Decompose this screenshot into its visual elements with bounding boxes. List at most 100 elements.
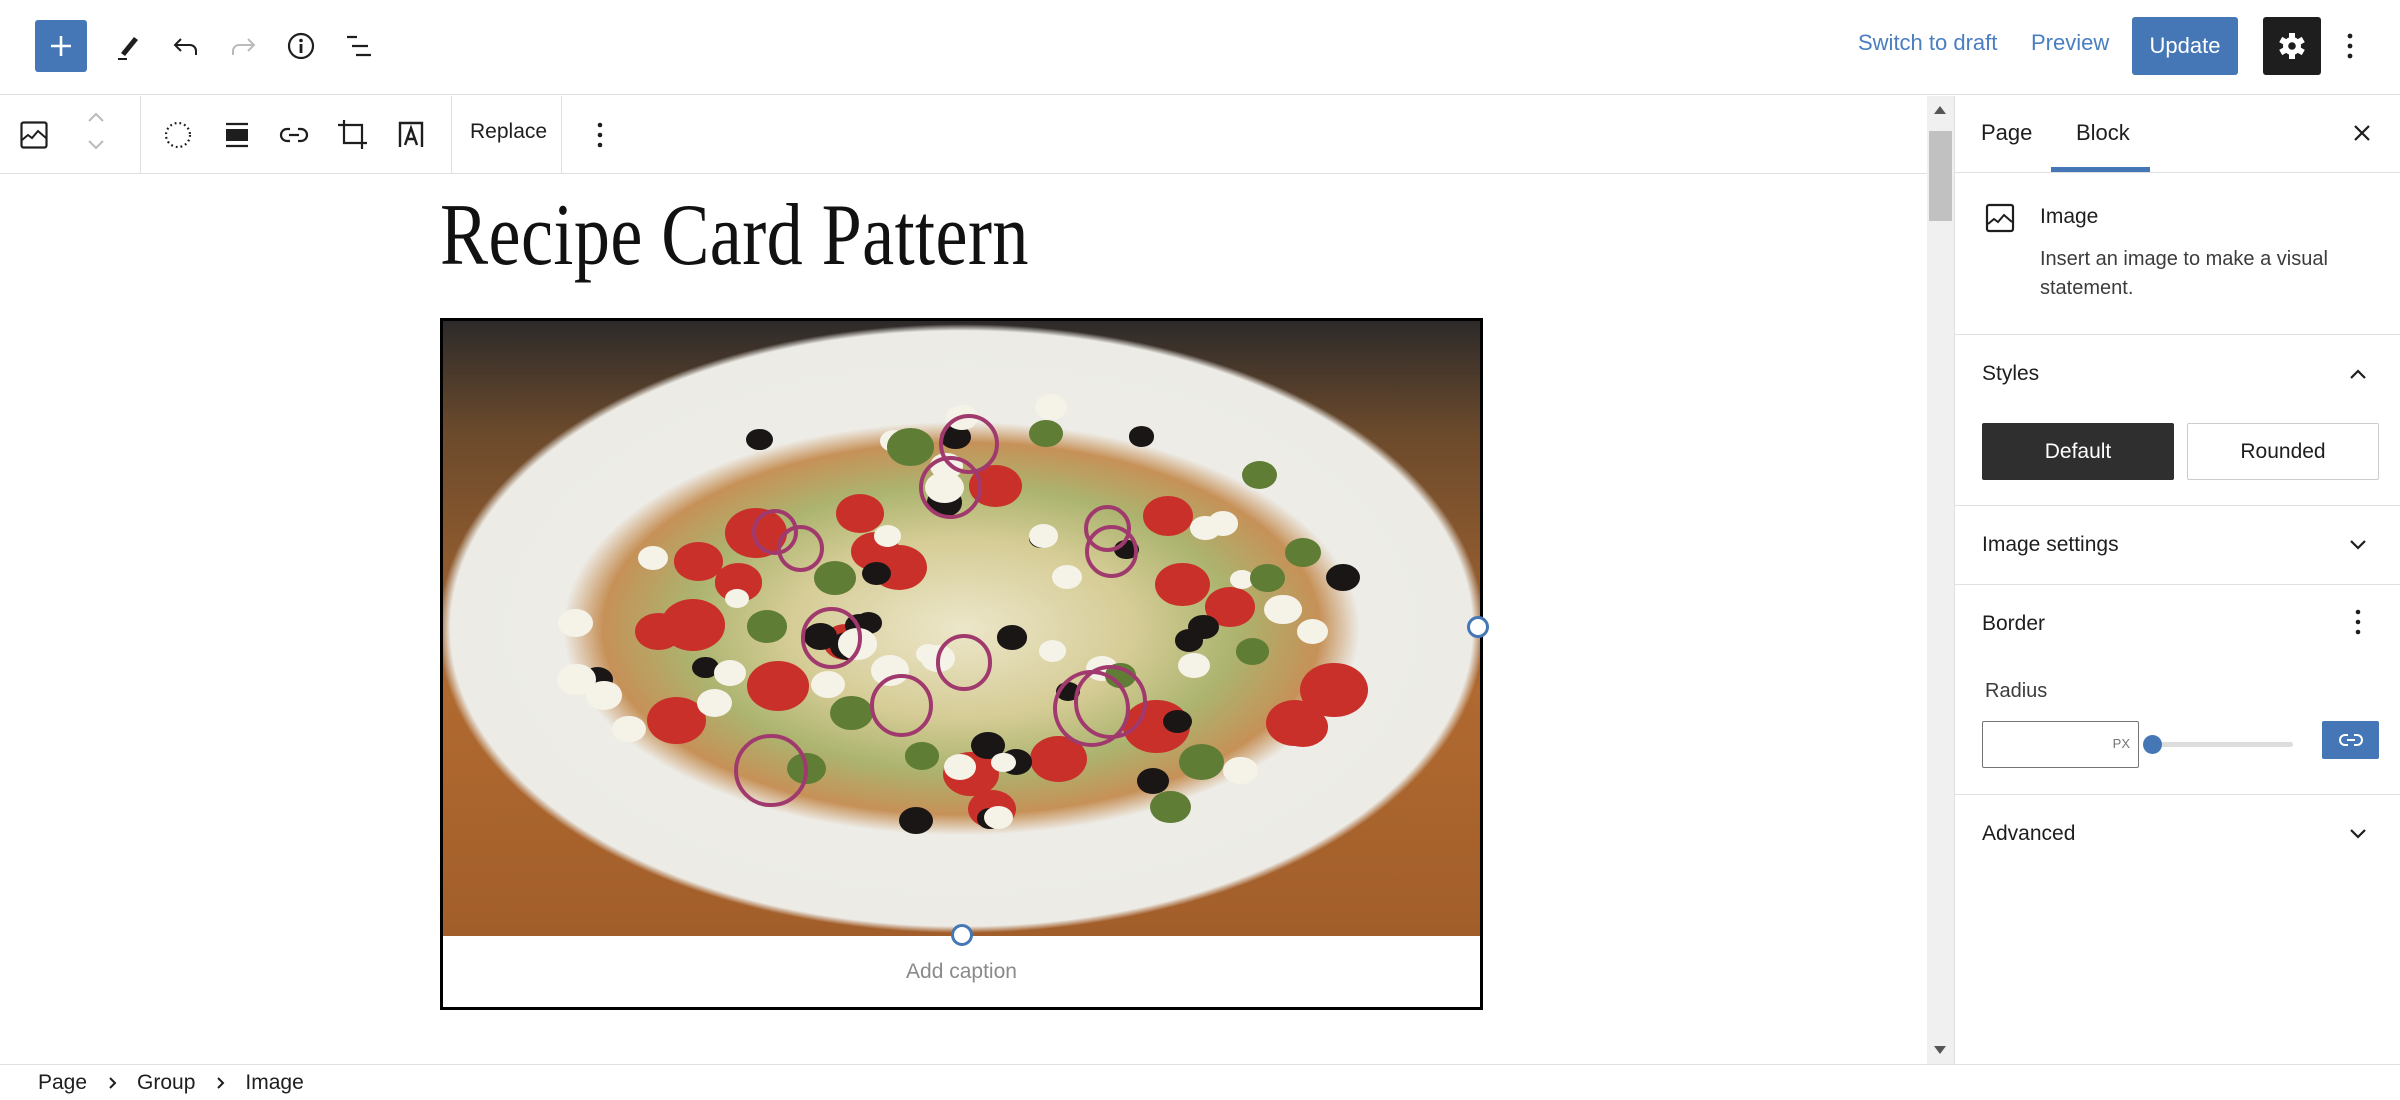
kebab-icon (2354, 608, 2362, 636)
options-button[interactable] (2338, 26, 2362, 66)
scrollbar-thumb[interactable] (1929, 131, 1952, 221)
advanced-panel-title[interactable]: Advanced (1982, 822, 2075, 846)
feta-topping (810, 670, 846, 699)
image-settings-panel: Image settings (1955, 506, 2400, 585)
kebab-icon (2346, 31, 2354, 61)
caption-input[interactable]: Add caption (443, 936, 1480, 1007)
scroll-up-arrow[interactable] (1934, 106, 1946, 114)
tab-page[interactable]: Page (1981, 120, 2032, 146)
styles-panel-title[interactable]: Styles (1982, 362, 2039, 386)
editor-canvas: Recipe Card Pattern Add caption (0, 175, 1927, 1064)
tab-block[interactable]: Block (2076, 120, 2130, 146)
breadcrumb-page[interactable]: Page (38, 1071, 87, 1095)
advanced-expand-button[interactable] (2343, 819, 2373, 849)
onion-topping (1085, 524, 1139, 578)
pizza-photo[interactable] (443, 321, 1480, 936)
radius-label: Radius (1985, 680, 2048, 702)
crop-button[interactable] (335, 118, 369, 152)
block-inserter-button[interactable] (35, 20, 87, 72)
canvas-scrollbar[interactable] (1927, 96, 1954, 1064)
olive-topping (996, 625, 1028, 650)
plus-icon (48, 33, 74, 59)
redo-button[interactable] (225, 28, 261, 64)
kebab-icon (596, 120, 604, 150)
chevron-down-icon (86, 139, 106, 151)
spinach-topping (886, 428, 935, 466)
text-overlay-button[interactable] (394, 118, 428, 152)
settings-button[interactable] (2263, 17, 2321, 75)
tomato-topping (1143, 496, 1194, 536)
undo-button[interactable] (168, 28, 204, 64)
details-button[interactable] (283, 28, 319, 64)
link-button[interactable] (277, 118, 311, 152)
olive-topping (1325, 563, 1361, 591)
update-button[interactable]: Update (2132, 17, 2238, 75)
radius-input[interactable]: PX (1982, 721, 2139, 768)
align-button[interactable] (220, 118, 254, 152)
tools-button[interactable] (110, 28, 146, 64)
scroll-down-arrow[interactable] (1934, 1046, 1946, 1054)
spinach-topping (1250, 564, 1286, 593)
resize-handle-right[interactable] (1467, 616, 1489, 638)
preview-button[interactable]: Preview (2031, 30, 2109, 56)
block-card-description: Insert an image to make a visual stateme… (2040, 248, 2328, 299)
move-down-button[interactable] (79, 134, 113, 156)
spinach-topping (813, 561, 856, 596)
breadcrumb-group[interactable]: Group (137, 1071, 195, 1095)
move-up-button[interactable] (79, 106, 113, 128)
spinach-topping (1029, 420, 1063, 448)
sidebar-tabs: Page Block (1955, 96, 2400, 173)
feta-topping (638, 546, 669, 571)
chevron-up-icon (86, 111, 106, 123)
onion-topping (734, 733, 808, 807)
image-settings-title[interactable]: Image settings (1982, 533, 2119, 557)
radius-slider-track[interactable] (2151, 742, 2293, 747)
radius-slider-thumb[interactable] (2143, 735, 2162, 754)
block-type-button[interactable] (17, 118, 51, 152)
onion-topping (869, 674, 933, 737)
feta-topping (586, 681, 622, 710)
style-default-button[interactable]: Default (1982, 423, 2174, 480)
editor-header: Switch to draft Preview Update (0, 0, 2400, 95)
switch-to-draft-button[interactable]: Switch to draft (1858, 30, 1997, 56)
onion-topping (938, 414, 999, 475)
chevron-up-icon (2348, 368, 2368, 380)
toolbar-divider (140, 96, 141, 174)
active-tab-indicator (2051, 167, 2150, 172)
page-title[interactable]: Recipe Card Pattern (440, 185, 1029, 286)
spinach-topping (1284, 537, 1322, 567)
info-icon (286, 31, 316, 61)
block-options-button[interactable] (583, 118, 617, 152)
tomato-topping (746, 661, 810, 712)
feta-topping (943, 753, 977, 780)
list-view-button[interactable] (341, 28, 377, 64)
border-options-button[interactable] (2343, 607, 2373, 637)
image-block[interactable]: Add caption (440, 318, 1489, 1010)
feta-topping (1178, 653, 1210, 679)
pencil-icon (113, 31, 143, 61)
crop-icon (336, 119, 368, 151)
chevron-right-icon (107, 1076, 117, 1090)
replace-button[interactable]: Replace (470, 120, 547, 144)
spinach-topping (1235, 638, 1270, 665)
styles-collapse-button[interactable] (2343, 359, 2373, 389)
block-toolbar: Replace (0, 96, 1927, 174)
settings-sidebar: Page Block Image Insert an image to make… (1954, 96, 2400, 1064)
link-radius-sides-button[interactable] (2322, 721, 2379, 759)
link-icon (278, 120, 310, 150)
block-breadcrumb: Page Group Image (0, 1064, 2400, 1100)
feta-topping (984, 806, 1013, 830)
chevron-right-icon (215, 1076, 225, 1090)
duotone-button[interactable] (161, 118, 195, 152)
onion-topping (935, 634, 993, 691)
feta-topping (1028, 524, 1059, 548)
image-settings-expand-button[interactable] (2343, 530, 2373, 560)
feta-topping (1296, 619, 1329, 645)
feta-topping (725, 588, 750, 609)
radius-unit-select[interactable]: PX (2113, 736, 2130, 751)
style-rounded-button[interactable]: Rounded (2187, 423, 2379, 480)
onion-topping (752, 509, 798, 555)
close-sidebar-button[interactable] (2347, 118, 2377, 148)
link-icon (2338, 730, 2364, 750)
olive-topping (898, 807, 933, 835)
